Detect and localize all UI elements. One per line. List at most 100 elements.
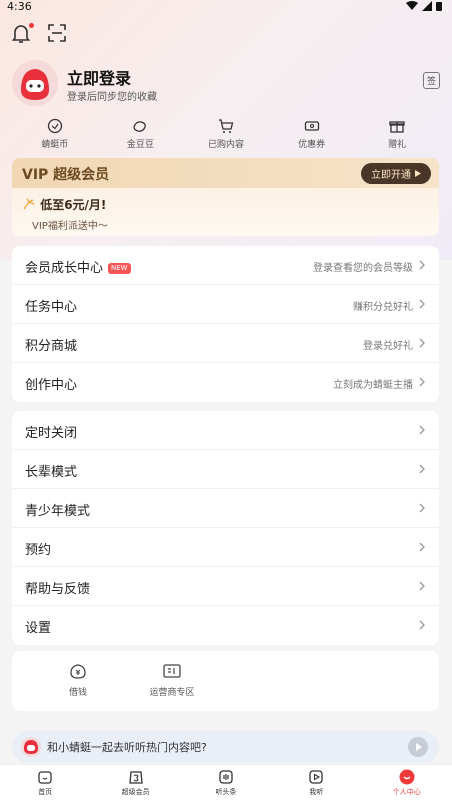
menu-row-settings[interactable]: 设置 (12, 606, 439, 645)
growth-menu-card: 会员成长中心 NEW 登录查看您的会员等级 任务中心 赚积分兑好礼 积分商城 登录… (12, 246, 439, 402)
prompt-text: 和小蜻蜓一起去听听热门内容吧? (47, 741, 207, 754)
tab-home[interactable]: 首页 (5, 765, 85, 800)
vip-title: VIP 超级会员 (22, 167, 110, 183)
chevron-right-icon (419, 425, 425, 435)
tab-profile[interactable]: 个人中心 (367, 765, 447, 800)
vip-price: 低至6元/月! (22, 196, 106, 213)
settings-menu-card: 定时关闭 长辈模式 青少年模式 预约 帮助与反馈 设置 (12, 411, 439, 645)
tab-my-listen[interactable]: 我听 (276, 765, 356, 800)
tab-headlines[interactable]: 听头条 (186, 765, 266, 800)
login-subtitle: 登录后同步您的收藏 (67, 92, 157, 103)
bean-icon (133, 121, 147, 132)
tab-label-my-listen: 我听 (309, 788, 324, 796)
cart-icon (218, 119, 234, 133)
quick-label-coin: 蜻蜓币 (41, 140, 69, 150)
menu-row-help-feedback[interactable]: 帮助与反馈 (12, 567, 439, 606)
vip-card[interactable]: VIP 超级会员 立即开通 低至6元/月! VIP福利派送中～ (12, 158, 439, 236)
new-badge: NEW (108, 263, 131, 274)
menu-row-hint: 立刻成为蜻蜓主播 (333, 380, 413, 391)
tool-label-operator: 运营商专区 (149, 688, 195, 698)
menu-row-label: 积分商城 (25, 339, 78, 354)
chevron-right-icon (419, 464, 425, 474)
notification-bell-icon[interactable] (11, 23, 34, 44)
quick-item-purchased[interactable]: 已购内容 (191, 118, 261, 154)
menu-row-label: 青少年模式 (25, 504, 91, 519)
menu-row-label: 设置 (25, 621, 52, 636)
status-icons (406, 1, 442, 11)
coin-icon (47, 118, 62, 134)
gift-icon (389, 121, 405, 133)
chevron-right-icon (419, 620, 425, 630)
headline-icon (219, 770, 233, 784)
coupon-icon (304, 121, 319, 131)
operator-icon (163, 664, 181, 678)
play-circle-icon[interactable] (408, 737, 428, 757)
menu-row-label: 创作中心 (25, 378, 78, 393)
status-bar: 4:36 (0, 0, 452, 14)
status-time: 4:36 (7, 0, 32, 13)
vip-open-label: 立即开通 (371, 170, 411, 181)
quick-label-purchased: 已购内容 (207, 140, 244, 150)
checkin-button[interactable]: 签 (423, 72, 440, 89)
vip-open-button[interactable]: 立即开通 (361, 163, 431, 184)
menu-row-points-mall[interactable]: 积分商城 登录兑好礼 (12, 324, 439, 363)
menu-row-label: 预约 (25, 543, 52, 558)
chevron-right-icon (419, 299, 425, 309)
chevron-right-icon (419, 338, 425, 348)
profile-section[interactable]: 立即登录 登录后同步您的收藏 签 (12, 60, 440, 110)
quick-label-gift: 赠礼 (388, 140, 407, 150)
play-triangle-icon (415, 170, 421, 177)
chevron-right-icon (419, 377, 425, 387)
tools-card: 借钱 运营商专区 (12, 651, 439, 711)
menu-row-label: 长辈模式 (25, 465, 78, 480)
tab-label-home: 首页 (38, 788, 53, 796)
menu-row-sleep-timer[interactable]: 定时关闭 (12, 411, 439, 450)
menu-row-task-center[interactable]: 任务中心 赚积分兑好礼 (12, 285, 439, 324)
loan-icon (70, 664, 86, 679)
tab-label-super-vip: 超级会员 (121, 788, 150, 796)
listen-prompt-bar[interactable]: 和小蜻蜓一起去听听热门内容吧? (12, 731, 439, 763)
growth-center-label: 会员成长中心 (25, 261, 104, 276)
quick-item-coupon[interactable]: 优惠券 (277, 118, 347, 154)
tab-label-headlines: 听头条 (215, 788, 237, 796)
chevron-right-icon (419, 542, 425, 552)
menu-row-growth-center[interactable]: 会员成长中心 NEW 登录查看您的会员等级 (12, 246, 439, 285)
menu-row-creator-center[interactable]: 创作中心 立刻成为蜻蜓主播 (12, 363, 439, 402)
menu-row-teen-mode[interactable]: 青少年模式 (12, 489, 439, 528)
play-icon (309, 770, 324, 784)
tool-label-loan: 借钱 (68, 688, 87, 698)
chevron-right-icon (419, 503, 425, 513)
vip-description: VIP福利派送中～ (32, 221, 108, 232)
quick-item-gift[interactable]: 赠礼 (362, 118, 432, 154)
notification-dot (29, 23, 34, 28)
wifi-icon (406, 1, 418, 10)
tab-super-vip[interactable]: 超级会员 (96, 765, 176, 800)
quick-label-coupon: 优惠券 (298, 140, 326, 150)
scan-icon[interactable] (48, 24, 68, 44)
tool-loan[interactable]: 借钱 (38, 661, 118, 698)
quick-item-bean[interactable]: 金豆豆 (105, 118, 175, 154)
quick-actions: 蜻蜓币 金豆豆 已购内容 优惠券 赠礼 (0, 118, 452, 154)
vip-price-text: 低至6元/月! (40, 198, 107, 212)
mascot-icon (21, 737, 41, 757)
menu-row-hint: 登录兑好礼 (363, 341, 413, 352)
menu-row-label: 任务中心 (25, 300, 78, 315)
firework-icon (23, 198, 35, 210)
avatar[interactable] (12, 60, 58, 106)
quick-item-coin[interactable]: 蜻蜓币 (20, 118, 90, 154)
signal-icon (422, 1, 432, 11)
menu-row-label: 定时关闭 (25, 426, 78, 441)
battery-icon (436, 2, 442, 11)
bottom-tab-bar: 首页 超级会员 听头条 我听 个人中心 (0, 764, 452, 800)
tool-operator[interactable]: 运营商专区 (132, 661, 212, 698)
quick-label-bean: 金豆豆 (126, 140, 154, 150)
tab-label-profile: 个人中心 (392, 788, 421, 796)
chevron-right-icon (419, 260, 425, 270)
chevron-right-icon (419, 581, 425, 591)
login-title[interactable]: 立即登录 (67, 65, 131, 89)
menu-row-elder-mode[interactable]: 长辈模式 (12, 450, 439, 489)
menu-row-hint: 赚积分兑好礼 (353, 302, 413, 313)
menu-row-reservation[interactable]: 预约 (12, 528, 439, 567)
profile-icon (399, 769, 415, 785)
vip-icon (128, 771, 143, 784)
